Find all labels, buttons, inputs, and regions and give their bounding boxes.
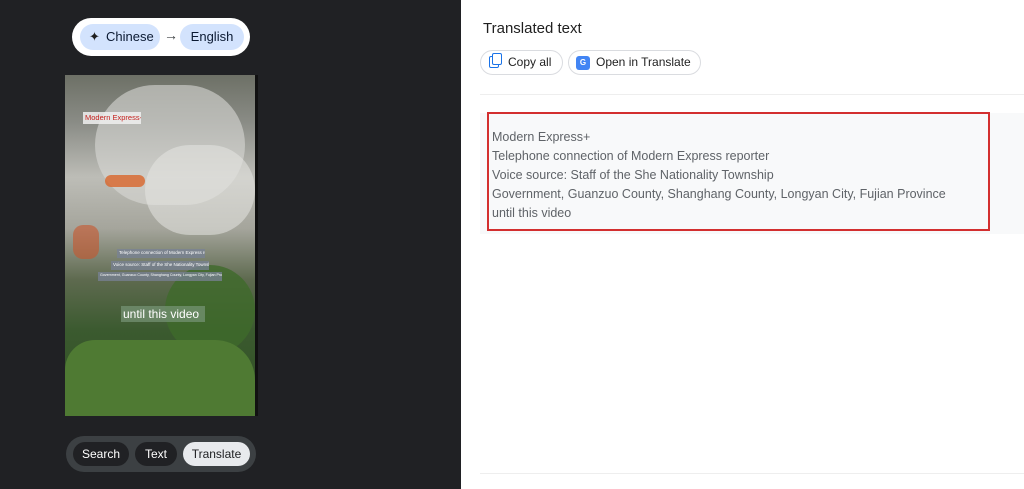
open-in-translate-button[interactable]: G Open in Translate — [568, 50, 701, 75]
arrow-right-icon: → — [164, 27, 178, 43]
translated-text[interactable]: Modern Express+ Telephone connection of … — [492, 128, 992, 223]
overlay-text-big[interactable]: until this video — [121, 306, 205, 322]
target-language-button[interactable]: English — [180, 24, 244, 50]
panel-title: Translated text — [483, 20, 582, 37]
search-mode-button[interactable]: Search — [73, 442, 129, 466]
translated-line: until this video — [492, 206, 572, 220]
language-selector: ✦ Chinese → English — [72, 18, 250, 56]
translated-line: Voice source: Staff of the She Nationali… — [492, 168, 774, 182]
translate-mode-button[interactable]: Translate — [183, 442, 250, 466]
copy-all-label: Copy all — [508, 55, 552, 69]
text-mode-button[interactable]: Text — [135, 442, 177, 466]
results-panel: Translated text Copy all G Open in Trans… — [461, 0, 1024, 489]
overlay-text-top[interactable]: Modern Express+ — [83, 112, 141, 124]
translated-line: Government, Guanzuo County, Shanghang Co… — [492, 187, 946, 201]
source-language-label: Chinese — [106, 29, 154, 44]
overlay-text-1[interactable]: Telephone connection of Modern Express r… — [117, 249, 205, 258]
video-edge — [255, 75, 258, 416]
target-language-label: English — [190, 29, 234, 44]
fire-shape — [105, 175, 145, 187]
lens-panel: ✦ Chinese → English Modern Express+ Tele… — [0, 0, 461, 489]
overlay-text-2[interactable]: Voice source: Staff of the She Nationali… — [111, 261, 209, 270]
fire-shape — [73, 225, 99, 259]
divider — [480, 473, 1024, 474]
mode-bar: Search Text Translate — [66, 436, 256, 472]
sparkle-icon: ✦ — [89, 29, 100, 44]
source-language-button[interactable]: ✦ Chinese — [80, 24, 160, 50]
overlay-text-3[interactable]: Government, Guanzuo County, Shanghang Co… — [98, 272, 222, 281]
google-translate-icon: G — [576, 56, 590, 70]
copy-all-button[interactable]: Copy all — [480, 50, 563, 75]
trees-shape — [65, 340, 255, 416]
copy-icon — [489, 53, 502, 68]
smoke-shape — [145, 145, 255, 235]
divider — [480, 94, 1024, 95]
open-in-translate-label: Open in Translate — [596, 55, 691, 69]
translated-line: Telephone connection of Modern Express r… — [492, 149, 770, 163]
translated-line: Modern Express+ — [492, 130, 591, 144]
video-frame: Modern Express+ Telephone connection of … — [65, 75, 255, 416]
